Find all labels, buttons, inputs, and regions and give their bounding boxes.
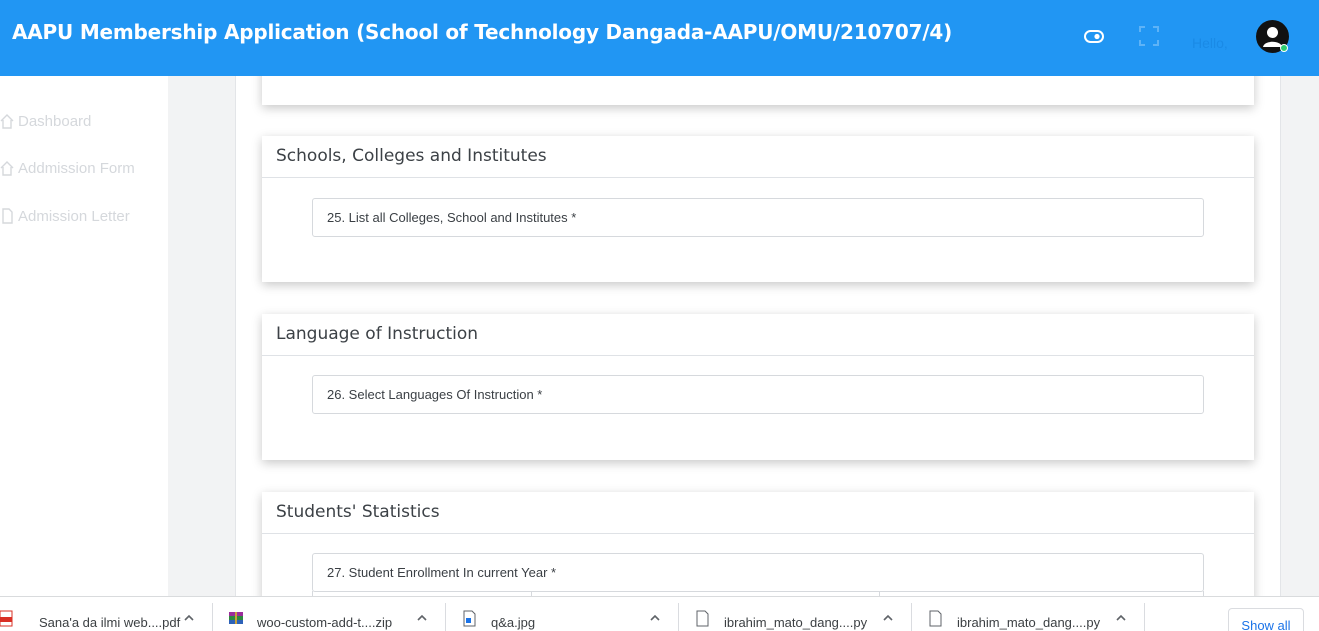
image-file-icon [463, 610, 476, 627]
download-file-name: q&a.jpg [491, 615, 536, 630]
divider [1144, 603, 1145, 631]
download-file-name: Sana'a da ilmi web....pdf [39, 615, 181, 630]
home-icon [0, 161, 14, 176]
page-title: AAPU Membership Application (School of T… [12, 20, 953, 44]
languages-of-instruction-select[interactable]: 26. Select Languages Of Instruction * [312, 375, 1204, 414]
sidebar: Dashboard Addmission Form Admission Lett… [0, 76, 168, 596]
chevron-up-icon[interactable] [648, 611, 662, 625]
download-bar: Sana'a da ilmi web....pdf woo-custom-add… [0, 596, 1319, 631]
toggle-icon[interactable] [1082, 24, 1106, 48]
section-title: Schools, Colleges and Institutes [262, 136, 1254, 178]
sidebar-item-dashboard[interactable]: Dashboard [0, 109, 91, 133]
download-item[interactable]: q&a.jpg [463, 597, 535, 631]
online-status-indicator [1280, 44, 1288, 52]
sidebar-item-admission-letter[interactable]: Admission Letter [0, 204, 130, 228]
section-card-statistics: Students' Statistics 27. Student Enrollm… [262, 492, 1254, 603]
chevron-up-icon[interactable] [1114, 611, 1128, 625]
sidebar-item-admission-form[interactable]: Addmission Form [0, 156, 135, 180]
chevron-up-icon[interactable] [182, 611, 196, 625]
show-all-button[interactable]: Show all [1228, 608, 1304, 631]
section-card-schools: Schools, Colleges and Institutes 25. Lis… [262, 136, 1254, 282]
student-enrollment-field[interactable]: 27. Student Enrollment In current Year * [312, 553, 1204, 592]
download-item[interactable]: woo-custom-add-t....zip [229, 597, 392, 631]
file-icon [929, 610, 942, 627]
sidebar-item-label: Addmission Form [18, 159, 135, 177]
page-gutter [1281, 76, 1319, 596]
chevron-up-icon[interactable] [415, 611, 429, 625]
divider [678, 603, 679, 631]
divider [911, 603, 912, 631]
file-icon [696, 610, 709, 627]
document-icon [2, 208, 13, 224]
colleges-schools-institutes-field[interactable]: 25. List all Colleges, School and Instit… [312, 198, 1204, 237]
pdf-file-icon [0, 610, 13, 627]
divider [212, 603, 213, 631]
divider [445, 603, 446, 631]
fullscreen-icon[interactable] [1137, 24, 1161, 48]
zip-archive-icon [229, 612, 243, 624]
app-header: AAPU Membership Application (School of T… [0, 0, 1319, 76]
greeting-text: Hello, [1192, 35, 1228, 51]
download-item[interactable]: ibrahim_mato_dang....py [929, 597, 1100, 631]
section-title: Language of Instruction [262, 314, 1254, 356]
download-file-name: ibrahim_mato_dang....py [724, 615, 868, 630]
sidebar-item-label: Dashboard [18, 112, 92, 130]
download-item[interactable]: ibrahim_mato_dang....py [696, 597, 867, 631]
download-file-name: ibrahim_mato_dang....py [957, 615, 1101, 630]
download-file-name: woo-custom-add-t....zip [257, 615, 393, 630]
sidebar-item-label: Admission Letter [18, 207, 130, 225]
section-title: Students' Statistics [262, 492, 1254, 534]
download-item[interactable]: Sana'a da ilmi web....pdf [0, 597, 180, 631]
chevron-up-icon[interactable] [881, 611, 895, 625]
section-card-language: Language of Instruction 26. Select Langu… [262, 314, 1254, 460]
home-icon [0, 114, 14, 129]
